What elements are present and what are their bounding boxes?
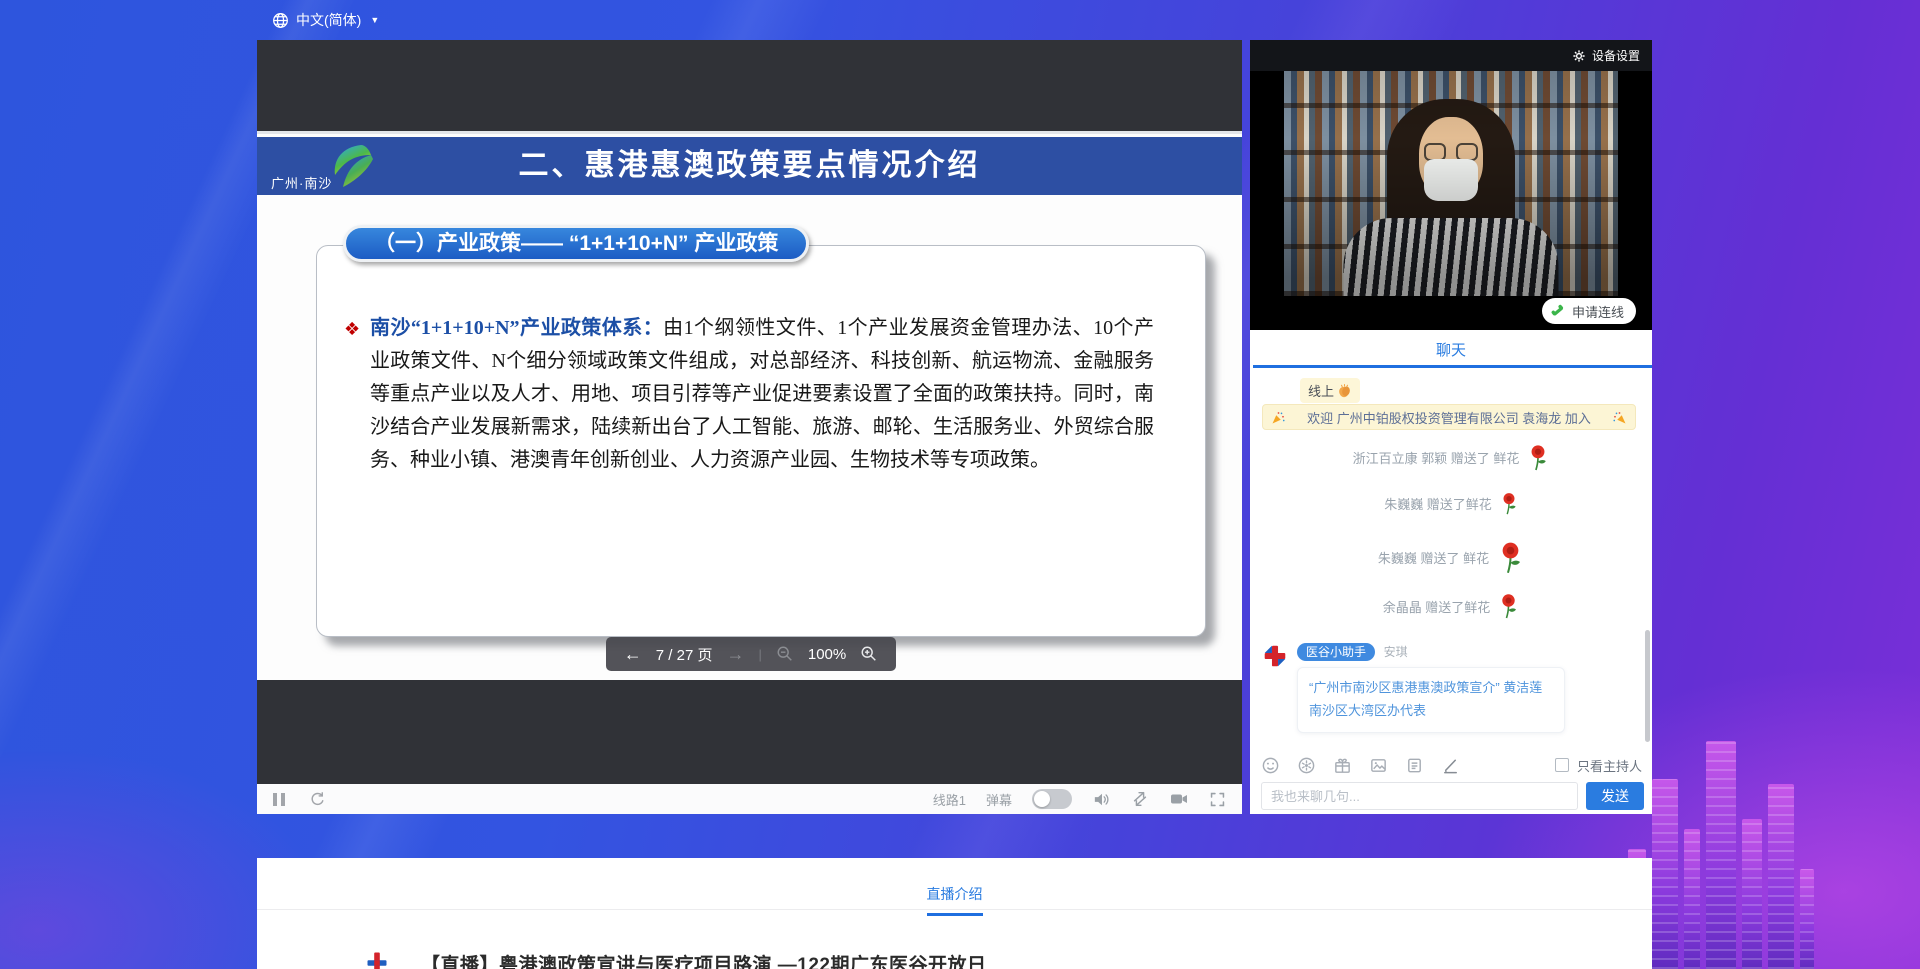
send-button[interactable]: 发送 — [1586, 782, 1644, 810]
welcome-banner-text: 欢迎 广州中铂股权投资管理有限公司 袁海龙 加入 — [1307, 408, 1591, 427]
city-skyline — [1620, 729, 1920, 969]
presenter-video: 设备设置 申请连线 — [1250, 40, 1652, 330]
tab-live-intro[interactable]: 直播介绍 — [927, 884, 983, 916]
footer-tabs: 直播介绍 — [257, 858, 1652, 910]
player-control-bar: 线路1 弹幕 — [257, 784, 1242, 814]
flower-icon[interactable] — [1297, 756, 1316, 775]
chat-panel: 聊天 线上 欢迎 广州中铂股权投资管理有限公司 袁海龙 加入 — [1250, 330, 1652, 814]
host-message: 医谷小助手 安琪 “广州市南沙区惠港惠澳政策宣介” 黄洁莲 南沙区大湾区办代表 — [1262, 643, 1565, 733]
slide-body-lead: 南沙“1+1+10+N”产业政策体系： — [370, 317, 663, 339]
chat-input-row: 发送 — [1261, 782, 1644, 810]
nansha-logo: 广州·南沙 — [265, 141, 395, 193]
chat-toolbar: 只看主持人 — [1261, 753, 1642, 777]
chat-messages: 线上 欢迎 广州中铂股权投资管理有限公司 袁海龙 加入 — [1250, 371, 1652, 751]
refresh-button[interactable] — [309, 791, 326, 808]
chat-input[interactable] — [1261, 782, 1578, 810]
gift-icon[interactable] — [1333, 756, 1352, 775]
gift-message: 朱巍巍 赠送了鲜花 — [1250, 492, 1652, 515]
gift-message: 余晶晶 赠送了鲜花 — [1250, 593, 1652, 619]
zoom-in-button[interactable] — [860, 645, 878, 663]
chevron-down-icon: ▼ — [370, 15, 379, 25]
camera-icon[interactable] — [1169, 789, 1189, 809]
video-topbar: 设备设置 — [1250, 40, 1652, 71]
globe-icon — [272, 12, 289, 29]
host-name: 安琪 — [1384, 645, 1408, 659]
request-connect-label: 申请连线 — [1572, 302, 1624, 321]
slide-title: 二、惠港惠澳政策要点情况介绍 — [257, 137, 1242, 195]
only-host-checkbox[interactable] — [1555, 758, 1569, 772]
tab-chat[interactable]: 聊天 — [1436, 339, 1466, 360]
slide-body-text: ❖ 南沙“1+1+10+N”产业政策体系：由1个纲领性文件、1个产业发展资金管理办… — [344, 312, 1154, 477]
zoom-out-button[interactable] — [776, 645, 794, 663]
phone-icon — [1550, 303, 1566, 319]
party-popper-icon — [1612, 410, 1627, 425]
device-settings-button[interactable]: 设备设置 — [1592, 47, 1640, 64]
only-host-label: 只看主持人 — [1577, 756, 1642, 775]
previous-page-button[interactable]: ← — [624, 644, 642, 665]
rose-emoji — [1500, 492, 1518, 515]
nansha-logo-text: 广州·南沙 — [271, 173, 332, 192]
pager-divider: | — [758, 647, 761, 662]
chat-scrollbar[interactable] — [1645, 630, 1650, 742]
gift-message: 浙江百立康 郭颖 赠送了 鲜花 — [1250, 444, 1652, 471]
next-page-button[interactable]: → — [726, 644, 744, 665]
footer-title-row: 【直播】粤港澳政策宣讲与医疗项目路演 —122期广东医谷开放日 — [365, 950, 986, 969]
volume-icon[interactable] — [1092, 790, 1111, 809]
sidebar-panel: 设备设置 申请连线 聊天 — [1250, 40, 1652, 814]
slide-section-pill: （一）产业政策—— “1+1+10+N” 产业政策 — [343, 225, 809, 262]
chat-header: 聊天 — [1250, 330, 1652, 368]
language-label: 中文(简体) — [296, 10, 361, 30]
gift-message: 朱巍巍 赠送了 鲜花 — [1250, 541, 1652, 574]
live-title: 【直播】粤港澳政策宣讲与医疗项目路演 —122期广东医谷开放日 — [421, 950, 986, 969]
slide-player: 二、惠港惠澳政策要点情况介绍 广州·南沙 （一）产业政策—— “1+1+10+N… — [257, 40, 1242, 814]
stream-swap-icon[interactable] — [1131, 790, 1149, 808]
webinar-page: 中文(简体) ▼ 二、惠港惠澳政策要点情况介绍 广州·南沙 （一）产业政策—— … — [0, 0, 1920, 969]
danmaku-label: 弹幕 — [986, 790, 1012, 809]
host-badge: 医谷小助手 — [1297, 643, 1375, 661]
slide-pager: ← 7 / 27 页 → | 100% — [606, 637, 896, 671]
rose-emoji — [1527, 444, 1549, 471]
notes-icon[interactable] — [1405, 756, 1424, 775]
presenter-scene — [1284, 71, 1618, 296]
rose-emoji — [1498, 593, 1519, 619]
rose-emoji — [1497, 541, 1524, 574]
diamond-bullet-icon: ❖ — [344, 313, 360, 346]
language-selector[interactable]: 中文(简体) ▼ — [272, 10, 379, 30]
host-message-bubble: “广州市南沙区惠港惠澳政策宣介” 黄洁莲 南沙区大湾区办代表 — [1297, 667, 1565, 733]
live-intro-section: 直播介绍 【直播】粤港澳政策宣讲与医疗项目路演 —122期广东医谷开放日 — [257, 858, 1652, 969]
fullscreen-icon[interactable] — [1209, 791, 1226, 808]
zoom-level: 100% — [808, 646, 846, 663]
slide-header-band: 二、惠港惠澳政策要点情况介绍 广州·南沙 — [257, 137, 1242, 195]
medical-valley-logo — [365, 950, 389, 969]
clap-emoji — [1337, 383, 1352, 398]
request-connect-button[interactable]: 申请连线 — [1542, 298, 1636, 324]
chat-message: 线上 — [1300, 378, 1360, 403]
pen-icon[interactable] — [1441, 756, 1460, 775]
emoji-icon[interactable] — [1261, 756, 1280, 775]
slide-body-paragraph: 由1个纲领性文件、1个产业发展资金管理办法、10个产业政策文件、N个细分领域政策… — [370, 317, 1154, 471]
welcome-banner: 欢迎 广州中铂股权投资管理有限公司 袁海龙 加入 — [1262, 404, 1636, 430]
pause-button[interactable] — [273, 793, 285, 806]
chat-tab-underline — [1253, 365, 1652, 368]
nansha-swoosh-icon — [331, 143, 379, 189]
page-indicator: 7 / 27 页 — [656, 644, 713, 665]
presentation-slide: 二、惠港惠澳政策要点情况介绍 广州·南沙 （一）产业政策—— “1+1+10+N… — [257, 131, 1242, 680]
line-selector[interactable]: 线路1 — [933, 790, 966, 809]
image-icon[interactable] — [1369, 756, 1388, 775]
gear-icon — [1572, 49, 1586, 63]
party-popper-icon — [1271, 410, 1286, 425]
danmaku-toggle[interactable] — [1032, 789, 1072, 809]
medical-cross-avatar — [1262, 643, 1288, 669]
